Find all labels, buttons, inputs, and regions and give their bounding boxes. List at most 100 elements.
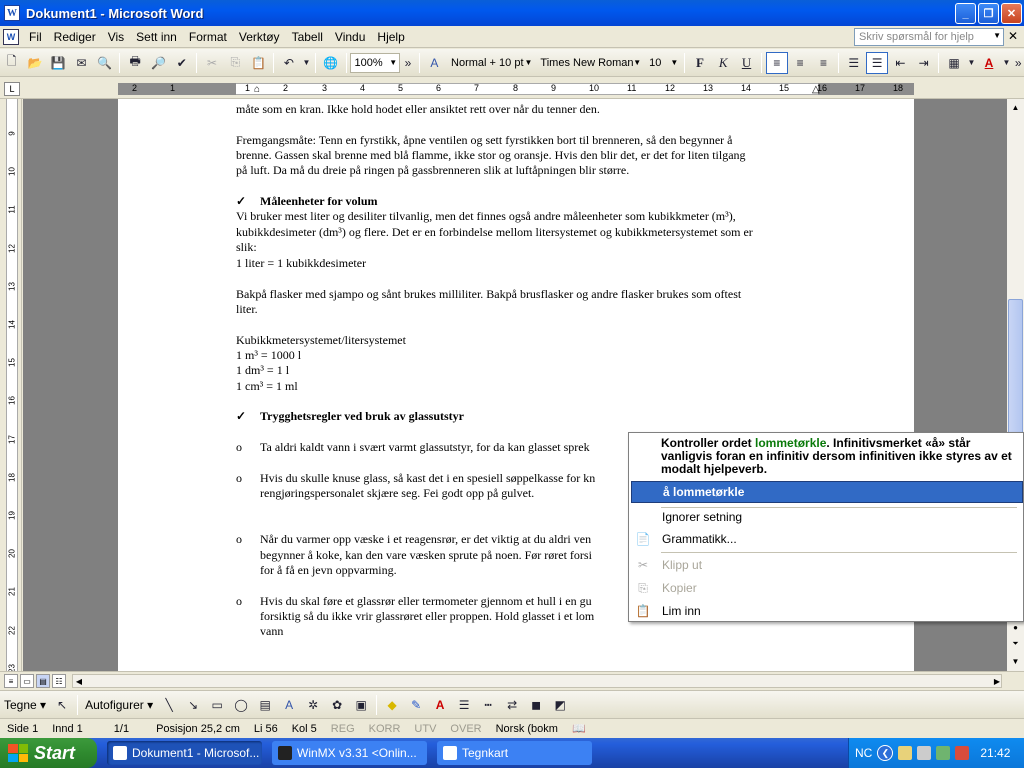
save-icon[interactable]: 💾 <box>48 52 69 74</box>
list-item[interactable]: begynner å koke, kan den vare væsken spr… <box>260 548 592 564</box>
arrow-icon[interactable]: ↘ <box>182 694 204 716</box>
picture-icon[interactable]: ▣ <box>350 694 372 716</box>
toolbar-options-icon[interactable]: » <box>401 52 415 74</box>
document-close-icon[interactable]: ✕ <box>1008 29 1018 43</box>
list-item[interactable]: Hvis du skulle knuse glass, så kast det … <box>260 471 595 487</box>
scroll-right-icon[interactable]: ▶ <box>990 674 1004 688</box>
menu-window[interactable]: Vindu <box>329 30 371 44</box>
paragraph[interactable]: måte som en kran. Ikke hold hodet eller … <box>236 102 600 118</box>
permission-icon[interactable]: ✉ <box>71 52 92 74</box>
menu-insert[interactable]: Sett inn <box>130 30 183 44</box>
border-dropdown-icon[interactable]: ▼ <box>967 52 977 74</box>
align-left-icon[interactable]: ≡ <box>766 51 788 74</box>
menu-file[interactable]: Fil <box>23 30 48 44</box>
menu-table[interactable]: Tabell <box>286 30 329 44</box>
menu-help[interactable]: Hjelp <box>371 30 410 44</box>
volume-icon[interactable] <box>917 746 932 760</box>
paragraph[interactable]: 1 dm³ = 1 l <box>236 363 289 379</box>
print-layout-icon[interactable]: ▤ <box>36 674 50 688</box>
print-icon[interactable]: 🖶 <box>124 52 145 74</box>
zoom-select[interactable]: 100% ▼ <box>349 52 401 73</box>
rectangle-icon[interactable]: ▭ <box>206 694 228 716</box>
numbering-icon[interactable]: ☰ <box>843 52 864 74</box>
web-layout-icon[interactable]: ▭ <box>20 674 34 688</box>
open-folder-icon[interactable]: 📂 <box>24 52 45 74</box>
undo-dropdown-icon[interactable]: ▼ <box>302 52 312 74</box>
spelling-status-icon[interactable]: 📖 <box>565 722 593 735</box>
draw-menu-button[interactable]: Tegne ▾ <box>0 698 50 712</box>
align-right-icon[interactable]: ≡ <box>813 52 834 74</box>
indent-marker-icon[interactable]: ⌂ <box>254 84 260 95</box>
status-ovr[interactable]: OVER <box>443 723 488 735</box>
start-button[interactable]: Start <box>0 738 97 768</box>
paragraph[interactable]: 1 liter = 1 kubikkdesimeter <box>236 256 366 272</box>
next-page-icon[interactable]: ⏷ <box>1007 635 1024 652</box>
close-button[interactable]: ✕ <box>1001 3 1022 24</box>
horizontal-scrollbar[interactable] <box>72 674 1002 688</box>
scroll-down-icon[interactable]: ▼ <box>1007 653 1024 670</box>
taskbar-item-winmx[interactable]: WinMX v3.31 <Onlin... <box>272 741 427 765</box>
arrow-style-icon[interactable]: ⇄ <box>501 694 523 716</box>
taskbar-item-word[interactable]: Dokument1 - Microsof... <box>107 741 262 765</box>
autoshapes-menu-button[interactable]: Autofigurer ▾ <box>81 698 157 712</box>
fill-color-icon[interactable]: ◆ <box>381 694 403 716</box>
line-color-icon[interactable]: ✎ <box>405 694 427 716</box>
paragraph[interactable]: brenne. Gassen skal brenne med blå flamm… <box>236 148 746 164</box>
suggestion-item[interactable]: å lommetørkle <box>631 481 1023 503</box>
underline-button[interactable]: U <box>736 52 757 74</box>
copy-item[interactable]: Kopier <box>631 577 1023 599</box>
menu-tools[interactable]: Verktøy <box>233 30 286 44</box>
status-language[interactable]: Norsk (bokm <box>489 723 565 735</box>
toolbar-options-icon[interactable]: » <box>1013 52 1023 74</box>
undo-icon[interactable]: ↶ <box>278 52 299 74</box>
font-size-select[interactable]: 10 ▼ <box>644 53 681 73</box>
menu-edit[interactable]: Rediger <box>48 30 102 44</box>
paragraph[interactable]: Vi bruker mest liter og desiliter tilvan… <box>236 209 736 225</box>
messenger-icon[interactable] <box>936 746 951 760</box>
diagram-icon[interactable]: ✲ <box>302 694 324 716</box>
bullets-icon[interactable]: ☰ <box>866 51 888 74</box>
print-preview-icon[interactable]: 🔍 <box>94 52 115 74</box>
minimize-button[interactable]: _ <box>955 3 976 24</box>
border-icon[interactable]: ▦ <box>943 52 964 74</box>
paragraph[interactable]: Fremgangsmåte: Tenn en fyrstikk, åpne ve… <box>236 133 732 149</box>
chevron-down-icon[interactable]: ▼ <box>993 31 1001 40</box>
horizontal-ruler[interactable]: L 2 1 1 2 3 4 5 6 7 8 9 10 11 12 13 14 15 16 17 18 ⌂ △ <box>0 79 1024 99</box>
status-rec[interactable]: REG <box>324 723 362 735</box>
help-search-input[interactable]: Skriv spørsmål for hjelp ▼ <box>854 28 1004 46</box>
scroll-left-icon[interactable]: ◀ <box>72 674 86 688</box>
font-select[interactable]: Times New Roman ▼ <box>535 53 644 73</box>
3d-icon[interactable]: ◩ <box>549 694 571 716</box>
menu-format[interactable]: Format <box>183 30 233 44</box>
style-select[interactable]: Normal + 10 pt ▼ <box>446 53 535 73</box>
tab-selector-icon[interactable]: L <box>4 82 20 96</box>
ignore-sentence-item[interactable]: Ignorer setning <box>631 506 1023 528</box>
font-color-dropdown-icon[interactable]: ▼ <box>1002 52 1012 74</box>
italic-button[interactable]: K <box>713 52 734 74</box>
paragraph[interactable]: kubikkdesimeter (dm³) og flere. Det er e… <box>236 225 753 241</box>
heading-safety[interactable]: Trygghetsregler ved bruk av glassutstyr <box>260 409 464 425</box>
wordart-icon[interactable]: A <box>278 694 300 716</box>
hyperlink-icon[interactable]: 🌐 <box>320 52 341 74</box>
restore-button[interactable]: ❐ <box>978 3 999 24</box>
preview-icon[interactable]: 🔎 <box>148 52 169 74</box>
normal-view-icon[interactable]: ≡ <box>4 674 18 688</box>
styles-pane-icon[interactable]: A <box>424 52 445 74</box>
menu-view[interactable]: Vis <box>102 30 130 44</box>
line-style-icon[interactable]: ☰ <box>453 694 475 716</box>
font-color-icon[interactable]: A <box>978 52 999 74</box>
paragraph[interactable]: Kubikkmetersystemet/litersystemet <box>236 333 406 349</box>
paragraph[interactable]: slik: <box>236 240 257 256</box>
security-icon[interactable] <box>955 746 970 760</box>
paste-icon[interactable]: 📋 <box>248 52 269 74</box>
right-indent-marker-icon[interactable]: △ <box>812 84 820 95</box>
document-icon[interactable]: W <box>3 28 19 45</box>
list-item[interactable]: for å få en jevn oppvarming. <box>260 563 397 579</box>
list-item[interactable]: Når du varmer opp væske i et reagensrør,… <box>260 532 591 548</box>
list-item[interactable]: Hvis du skal føre et glassrør eller term… <box>260 594 592 610</box>
tray-expand-icon[interactable]: ❮ <box>877 745 894 761</box>
paste-item[interactable]: Lim inn <box>631 600 1023 622</box>
outline-view-icon[interactable]: ☷ <box>52 674 66 688</box>
vertical-ruler[interactable]: 9101112131415161718192021222324 <box>0 99 22 711</box>
cut-item[interactable]: Klipp ut <box>631 554 1023 576</box>
